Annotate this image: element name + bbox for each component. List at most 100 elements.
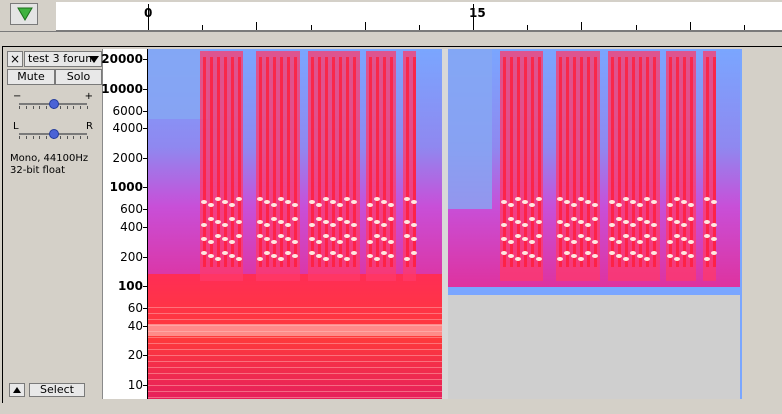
formant-highlight — [536, 257, 542, 261]
slider-tick — [87, 106, 88, 109]
track-name-menu[interactable]: test 3 forum — [24, 51, 102, 67]
formant-highlight — [674, 220, 680, 224]
formant-highlight — [609, 251, 615, 255]
formant-highlight — [585, 200, 591, 204]
formant-highlight — [257, 234, 263, 238]
formant-highlight — [330, 251, 336, 255]
formant-highlight — [351, 237, 357, 241]
bottom-border — [0, 403, 782, 414]
slider-tick — [80, 136, 82, 139]
formant-highlight — [609, 200, 615, 204]
formant-highlight — [644, 234, 650, 238]
formant-highlight — [229, 217, 235, 221]
harmonic-column — [683, 57, 686, 267]
formant-highlight — [374, 234, 380, 238]
solo-button[interactable]: Solo — [55, 69, 102, 85]
formant-highlight — [411, 223, 417, 227]
harmonic-column — [339, 57, 342, 267]
pan-slider-knob[interactable] — [49, 129, 59, 139]
formant-highlight — [508, 217, 514, 221]
harmonic-column — [639, 57, 642, 267]
formant-highlight — [292, 203, 298, 207]
formant-highlight — [571, 217, 577, 221]
formant-highlight — [536, 220, 542, 224]
formant-highlight — [222, 251, 228, 255]
formant-highlight — [215, 234, 221, 238]
collapse-track-button[interactable] — [9, 383, 25, 397]
track-control-panel: × test 3 forum Mute Solo − + L R Mono, 4… — [5, 49, 103, 399]
formant-highlight — [264, 223, 270, 227]
formant-highlight — [367, 254, 373, 258]
frequency-tick — [143, 256, 147, 258]
formant-highlight — [292, 240, 298, 244]
harmonic-column — [669, 57, 672, 267]
formant-highlight — [229, 203, 235, 207]
ruler-tick — [635, 25, 637, 30]
harmonic-column — [224, 57, 227, 267]
formant-highlight — [564, 251, 570, 255]
select-track-button[interactable]: Select — [29, 383, 85, 397]
spectrogram-view[interactable] — [148, 49, 742, 399]
formant-highlight — [529, 203, 535, 207]
formant-highlight — [522, 251, 528, 255]
mute-button[interactable]: Mute — [7, 69, 55, 85]
slider-tick — [59, 136, 61, 139]
formant-highlight — [630, 200, 636, 204]
frequency-label: 10000 — [101, 81, 143, 96]
formant-highlight — [236, 234, 242, 238]
formant-highlight — [222, 237, 228, 241]
frequency-label: 600 — [120, 202, 143, 217]
play-position-button[interactable] — [10, 3, 38, 25]
formant-highlight — [388, 217, 394, 221]
dropdown-arrow-icon — [89, 56, 99, 63]
frequency-label: 60 — [127, 301, 143, 316]
gain-slider-knob[interactable] — [49, 99, 59, 109]
formant-highlight — [623, 220, 629, 224]
formant-highlight — [651, 251, 657, 255]
ruler-tick — [581, 22, 583, 30]
formant-highlight — [278, 197, 284, 201]
formant-highlight — [585, 237, 591, 241]
pan-slider[interactable]: L R — [13, 121, 93, 143]
formant-highlight — [585, 251, 591, 255]
formant-highlight — [278, 220, 284, 224]
formant-highlight — [704, 234, 710, 238]
ruler-label: 0 — [144, 6, 153, 20]
formant-highlight — [257, 197, 263, 201]
formant-highlight — [351, 251, 357, 255]
formant-highlight — [681, 251, 687, 255]
frequency-tick — [143, 385, 147, 386]
formant-highlight — [571, 203, 577, 207]
formant-highlight — [529, 217, 535, 221]
formant-highlight — [688, 254, 694, 258]
frequency-tick — [143, 187, 147, 189]
formant-highlight — [388, 240, 394, 244]
formant-highlight — [616, 217, 622, 221]
empty-track-area — [743, 49, 782, 399]
formant-highlight — [236, 257, 242, 261]
time-ruler[interactable]: 0 15 — [56, 2, 782, 31]
formant-highlight — [501, 223, 507, 227]
frequency-label: 20000 — [101, 52, 143, 66]
formant-highlight — [592, 240, 598, 244]
frequency-tick — [143, 128, 147, 130]
harmonic-column — [653, 57, 656, 267]
formant-highlight — [644, 197, 650, 201]
formant-highlight — [201, 237, 207, 241]
formant-highlight — [271, 254, 277, 258]
frequency-label: 1000 — [109, 180, 143, 195]
formant-highlight — [592, 217, 598, 221]
harmonic-column — [587, 57, 590, 267]
formant-highlight — [201, 200, 207, 204]
formant-highlight — [351, 200, 357, 204]
formant-highlight — [264, 251, 270, 255]
formant-highlight — [557, 257, 563, 261]
frequency-label: 6000 — [112, 103, 143, 118]
formant-highlight — [508, 240, 514, 244]
slider-tick — [73, 106, 75, 109]
gain-slider[interactable]: − + — [13, 91, 93, 113]
close-track-button[interactable]: × — [7, 51, 23, 67]
frequency-label: 2000 — [112, 150, 143, 165]
harmonic-column — [231, 57, 234, 267]
formant-highlight — [609, 237, 615, 241]
